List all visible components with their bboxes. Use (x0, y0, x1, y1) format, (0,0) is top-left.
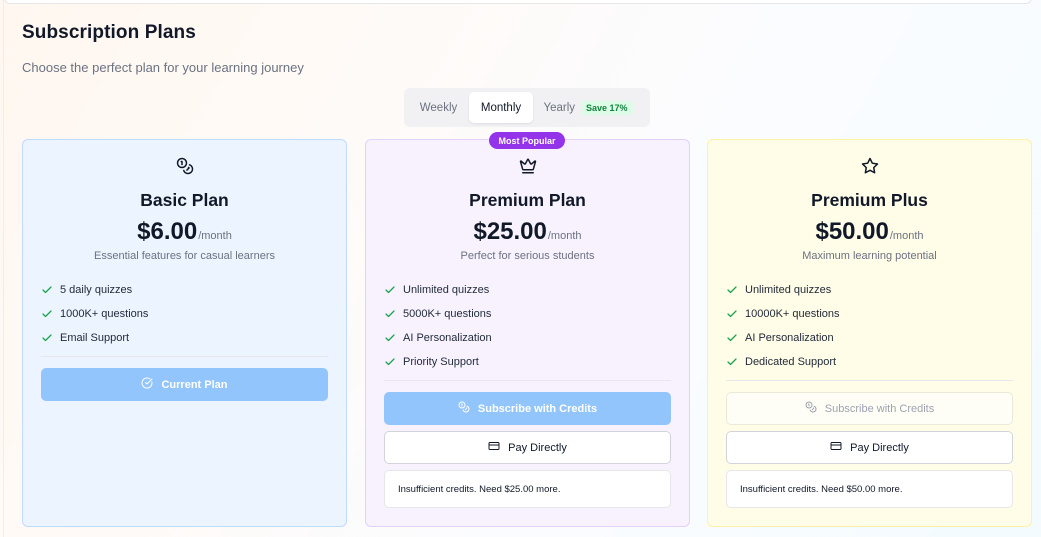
pay-directly-button[interactable]: Pay Directly (384, 431, 671, 464)
subscribe-with-credits-label: Subscribe with Credits (477, 402, 598, 415)
plan-price-row: $6.00 /month (23, 218, 346, 246)
credit-card-icon (830, 440, 842, 455)
toggle-monthly[interactable]: Monthly (469, 92, 533, 123)
feature-item: Unlimited quizzes (726, 278, 840, 302)
crown-icon (366, 157, 689, 175)
page-title: Subscription Plans (22, 22, 196, 43)
check-icon (384, 308, 396, 320)
plan-card-premium: Premium Plan $25.00 /month Perfect for s… (365, 139, 690, 527)
check-icon (726, 356, 738, 368)
check-icon (384, 284, 396, 296)
plan-price-row: $50.00 /month (708, 218, 1031, 246)
coins-icon (23, 157, 346, 175)
divider (726, 380, 1013, 381)
feature-item: Dedicated Support (726, 350, 840, 374)
plan-name: Premium Plan (469, 190, 586, 210)
plan-period: /month (889, 230, 924, 242)
check-icon (726, 332, 738, 344)
billing-period-toggle: Weekly Monthly Yearly Save 17% (404, 88, 650, 127)
check-icon (384, 332, 396, 344)
plan-description: Perfect for serious students (460, 250, 595, 262)
plan-card-basic: Basic Plan $6.00 /month Essential featur… (22, 139, 347, 527)
feature-label: 5 daily quizzes (60, 284, 133, 296)
feature-label: AI Personalization (403, 332, 492, 344)
feature-item: Priority Support (384, 350, 492, 374)
coins-icon (805, 401, 817, 416)
check-icon (41, 284, 53, 296)
feature-list: 5 daily quizzes 1000K+ questions Email S… (41, 278, 148, 350)
most-popular-badge: Most Popular (489, 132, 565, 149)
plan-description: Maximum learning potential (802, 250, 937, 262)
star-icon (708, 157, 1031, 175)
feature-label: Email Support (60, 332, 130, 344)
feature-label: 10000K+ questions (745, 308, 840, 320)
check-icon (384, 356, 396, 368)
credit-card-icon (488, 440, 500, 455)
feature-list: Unlimited quizzes 5000K+ questions AI Pe… (384, 278, 492, 374)
top-panel-edge (4, 0, 1032, 4)
toggle-yearly[interactable]: Yearly Save 17% (533, 92, 643, 123)
feature-label: Unlimited quizzes (745, 284, 832, 296)
plan-price: $50.00 (815, 218, 889, 245)
check-icon (726, 308, 738, 320)
feature-label: Priority Support (403, 356, 479, 368)
subscribe-with-credits-button[interactable]: Subscribe with Credits (726, 392, 1013, 425)
check-icon (41, 332, 53, 344)
plan-name: Premium Plus (811, 190, 928, 210)
check-circle-icon (141, 377, 153, 392)
current-plan-label: Current Plan (161, 378, 228, 391)
feature-item: AI Personalization (384, 326, 492, 350)
plan-description: Essential features for casual learners (94, 250, 275, 262)
feature-list: Unlimited quizzes 10000K+ questions AI P… (726, 278, 840, 374)
coins-icon (458, 401, 470, 416)
toggle-yearly-label: Yearly (543, 101, 575, 114)
page-subtitle: Choose the perfect plan for your learnin… (22, 60, 304, 75)
divider (41, 356, 328, 357)
plan-price: $6.00 (137, 218, 198, 245)
feature-label: AI Personalization (745, 332, 834, 344)
feature-label: Unlimited quizzes (403, 284, 490, 296)
toggle-weekly[interactable]: Weekly (408, 92, 469, 123)
divider (384, 380, 671, 381)
current-plan-button[interactable]: Current Plan (41, 368, 328, 401)
plan-card-premium-plus: Premium Plus $50.00 /month Maximum learn… (707, 139, 1032, 527)
feature-item: 1000K+ questions (41, 302, 148, 326)
plan-name: Basic Plan (140, 190, 229, 210)
feature-item: 10000K+ questions (726, 302, 840, 326)
feature-label: Dedicated Support (745, 356, 837, 368)
plan-price: $25.00 (473, 218, 547, 245)
feature-item: 5000K+ questions (384, 302, 492, 326)
subscribe-with-credits-button[interactable]: Subscribe with Credits (384, 392, 671, 425)
save-badge: Save 17% (581, 100, 633, 115)
plan-price-row: $25.00 /month (366, 218, 689, 246)
feature-label: 5000K+ questions (403, 308, 492, 320)
check-icon (41, 308, 53, 320)
feature-label: 1000K+ questions (60, 308, 149, 320)
pay-directly-button[interactable]: Pay Directly (726, 431, 1013, 464)
feature-item: Unlimited quizzes (384, 278, 492, 302)
feature-item: 5 daily quizzes (41, 278, 148, 302)
insufficient-credits-notice: Insufficient credits. Need $50.00 more. (726, 470, 1013, 508)
subscribe-with-credits-label: Subscribe with Credits (824, 402, 935, 415)
pay-directly-label: Pay Directly (850, 441, 909, 454)
insufficient-credits-notice: Insufficient credits. Need $25.00 more. (384, 470, 671, 508)
sidebar-edge (3, 0, 4, 537)
plan-period: /month (198, 230, 232, 242)
check-icon (726, 284, 738, 296)
pay-directly-label: Pay Directly (508, 441, 567, 454)
plan-period: /month (547, 230, 582, 242)
feature-item: Email Support (41, 326, 148, 350)
feature-item: AI Personalization (726, 326, 840, 350)
